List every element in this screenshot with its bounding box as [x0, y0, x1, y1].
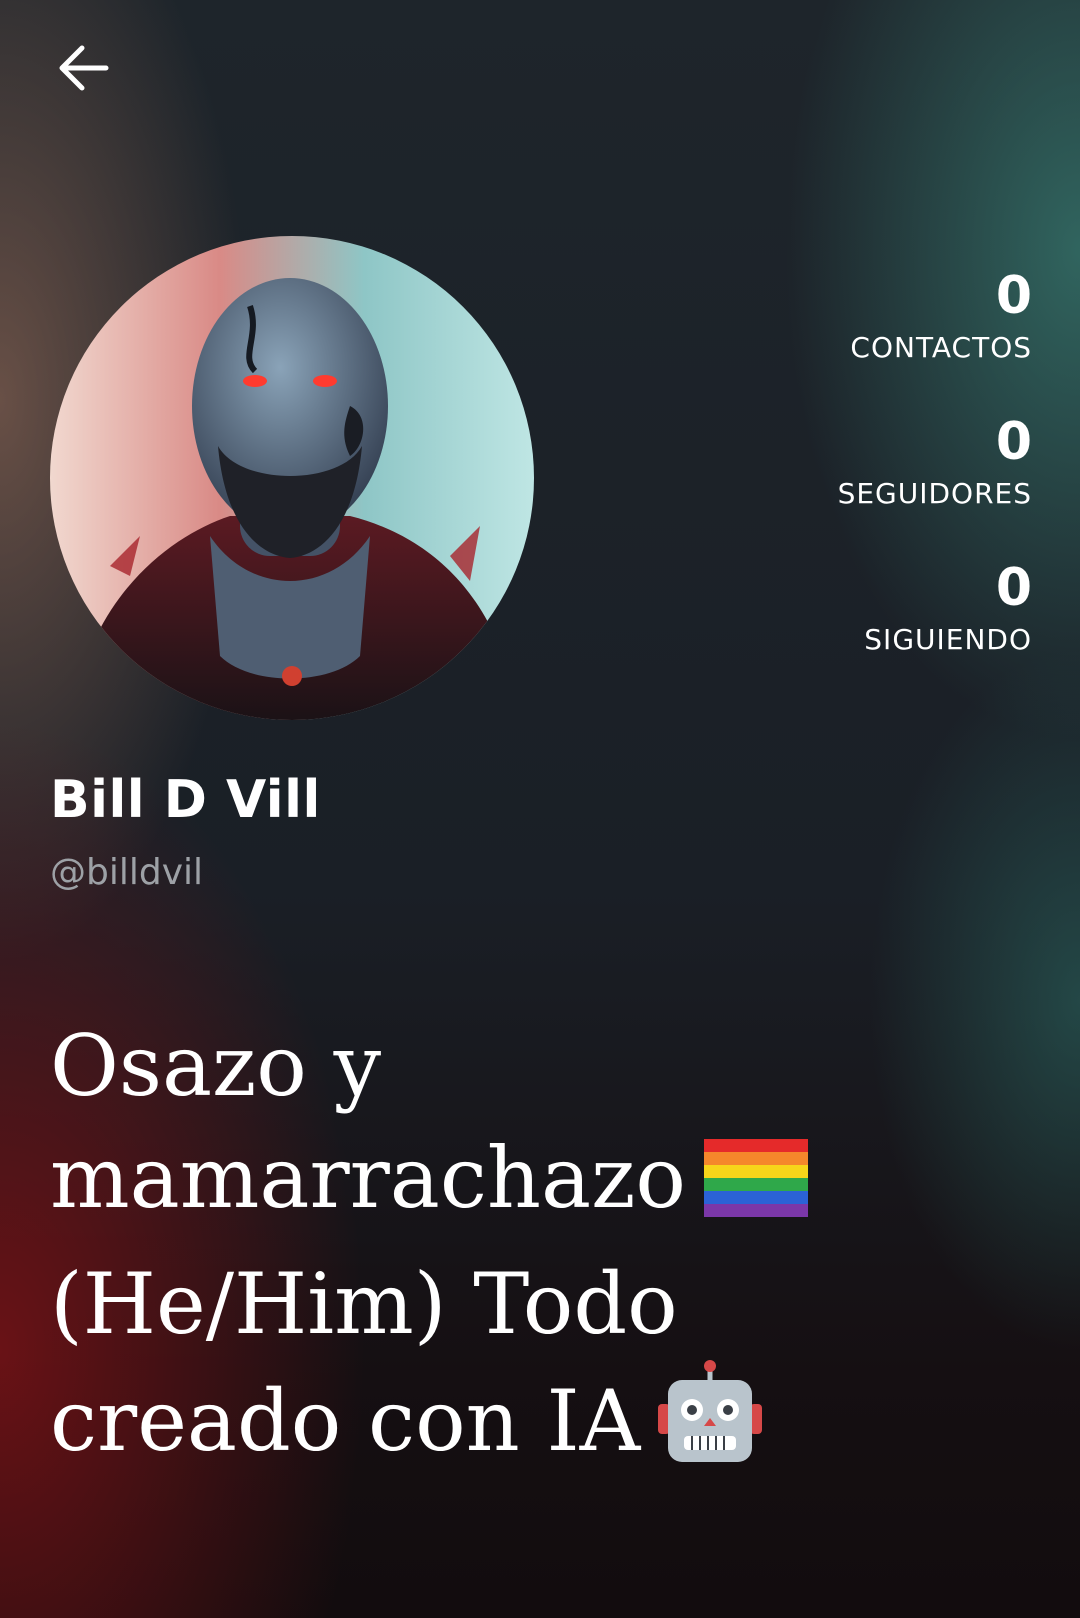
stat-following-value: 0: [995, 558, 1032, 618]
stat-followers[interactable]: 0 SEGUIDORES: [838, 414, 1032, 514]
stat-contacts-value: 0: [995, 266, 1032, 326]
bio-line-text: (He/Him) Todo: [50, 1255, 678, 1353]
bio-line: (He/Him) Todo: [50, 1248, 910, 1360]
bio-line-text: creado con IA: [50, 1372, 641, 1470]
stat-contacts-label: CONTACTOS: [850, 331, 1032, 364]
stat-followers-label: SEGUIDORES: [837, 477, 1032, 510]
stat-following[interactable]: 0 SIGUIENDO: [838, 560, 1032, 660]
profile-bio: Osazo y mamarrachazo (He/Him) Todo cread…: [50, 1010, 910, 1491]
bio-line: mamarrachazo: [50, 1122, 910, 1248]
robot-icon: [658, 1360, 763, 1491]
profile-name: Bill D Vill: [50, 770, 321, 830]
arrow-left-icon: [59, 45, 109, 91]
rainbow-flag-icon: [703, 1133, 808, 1248]
bio-line-text: mamarrachazo: [50, 1129, 686, 1227]
avatar[interactable]: [50, 236, 534, 720]
stat-followers-value: 0: [995, 412, 1032, 472]
stats-panel: 0 CONTACTOS 0 SEGUIDORES 0 SIGUIENDO: [838, 268, 1032, 706]
profile-handle: @billdvil: [50, 852, 204, 893]
stat-following-label: SIGUIENDO: [864, 623, 1032, 656]
back-button[interactable]: [52, 36, 116, 100]
stat-contacts[interactable]: 0 CONTACTOS: [838, 268, 1032, 368]
bio-line: Osazo y: [50, 1010, 910, 1122]
avatar-image: [50, 236, 534, 720]
bio-line: creado con IA: [50, 1360, 910, 1491]
bio-line-text: Osazo y: [50, 1017, 382, 1115]
